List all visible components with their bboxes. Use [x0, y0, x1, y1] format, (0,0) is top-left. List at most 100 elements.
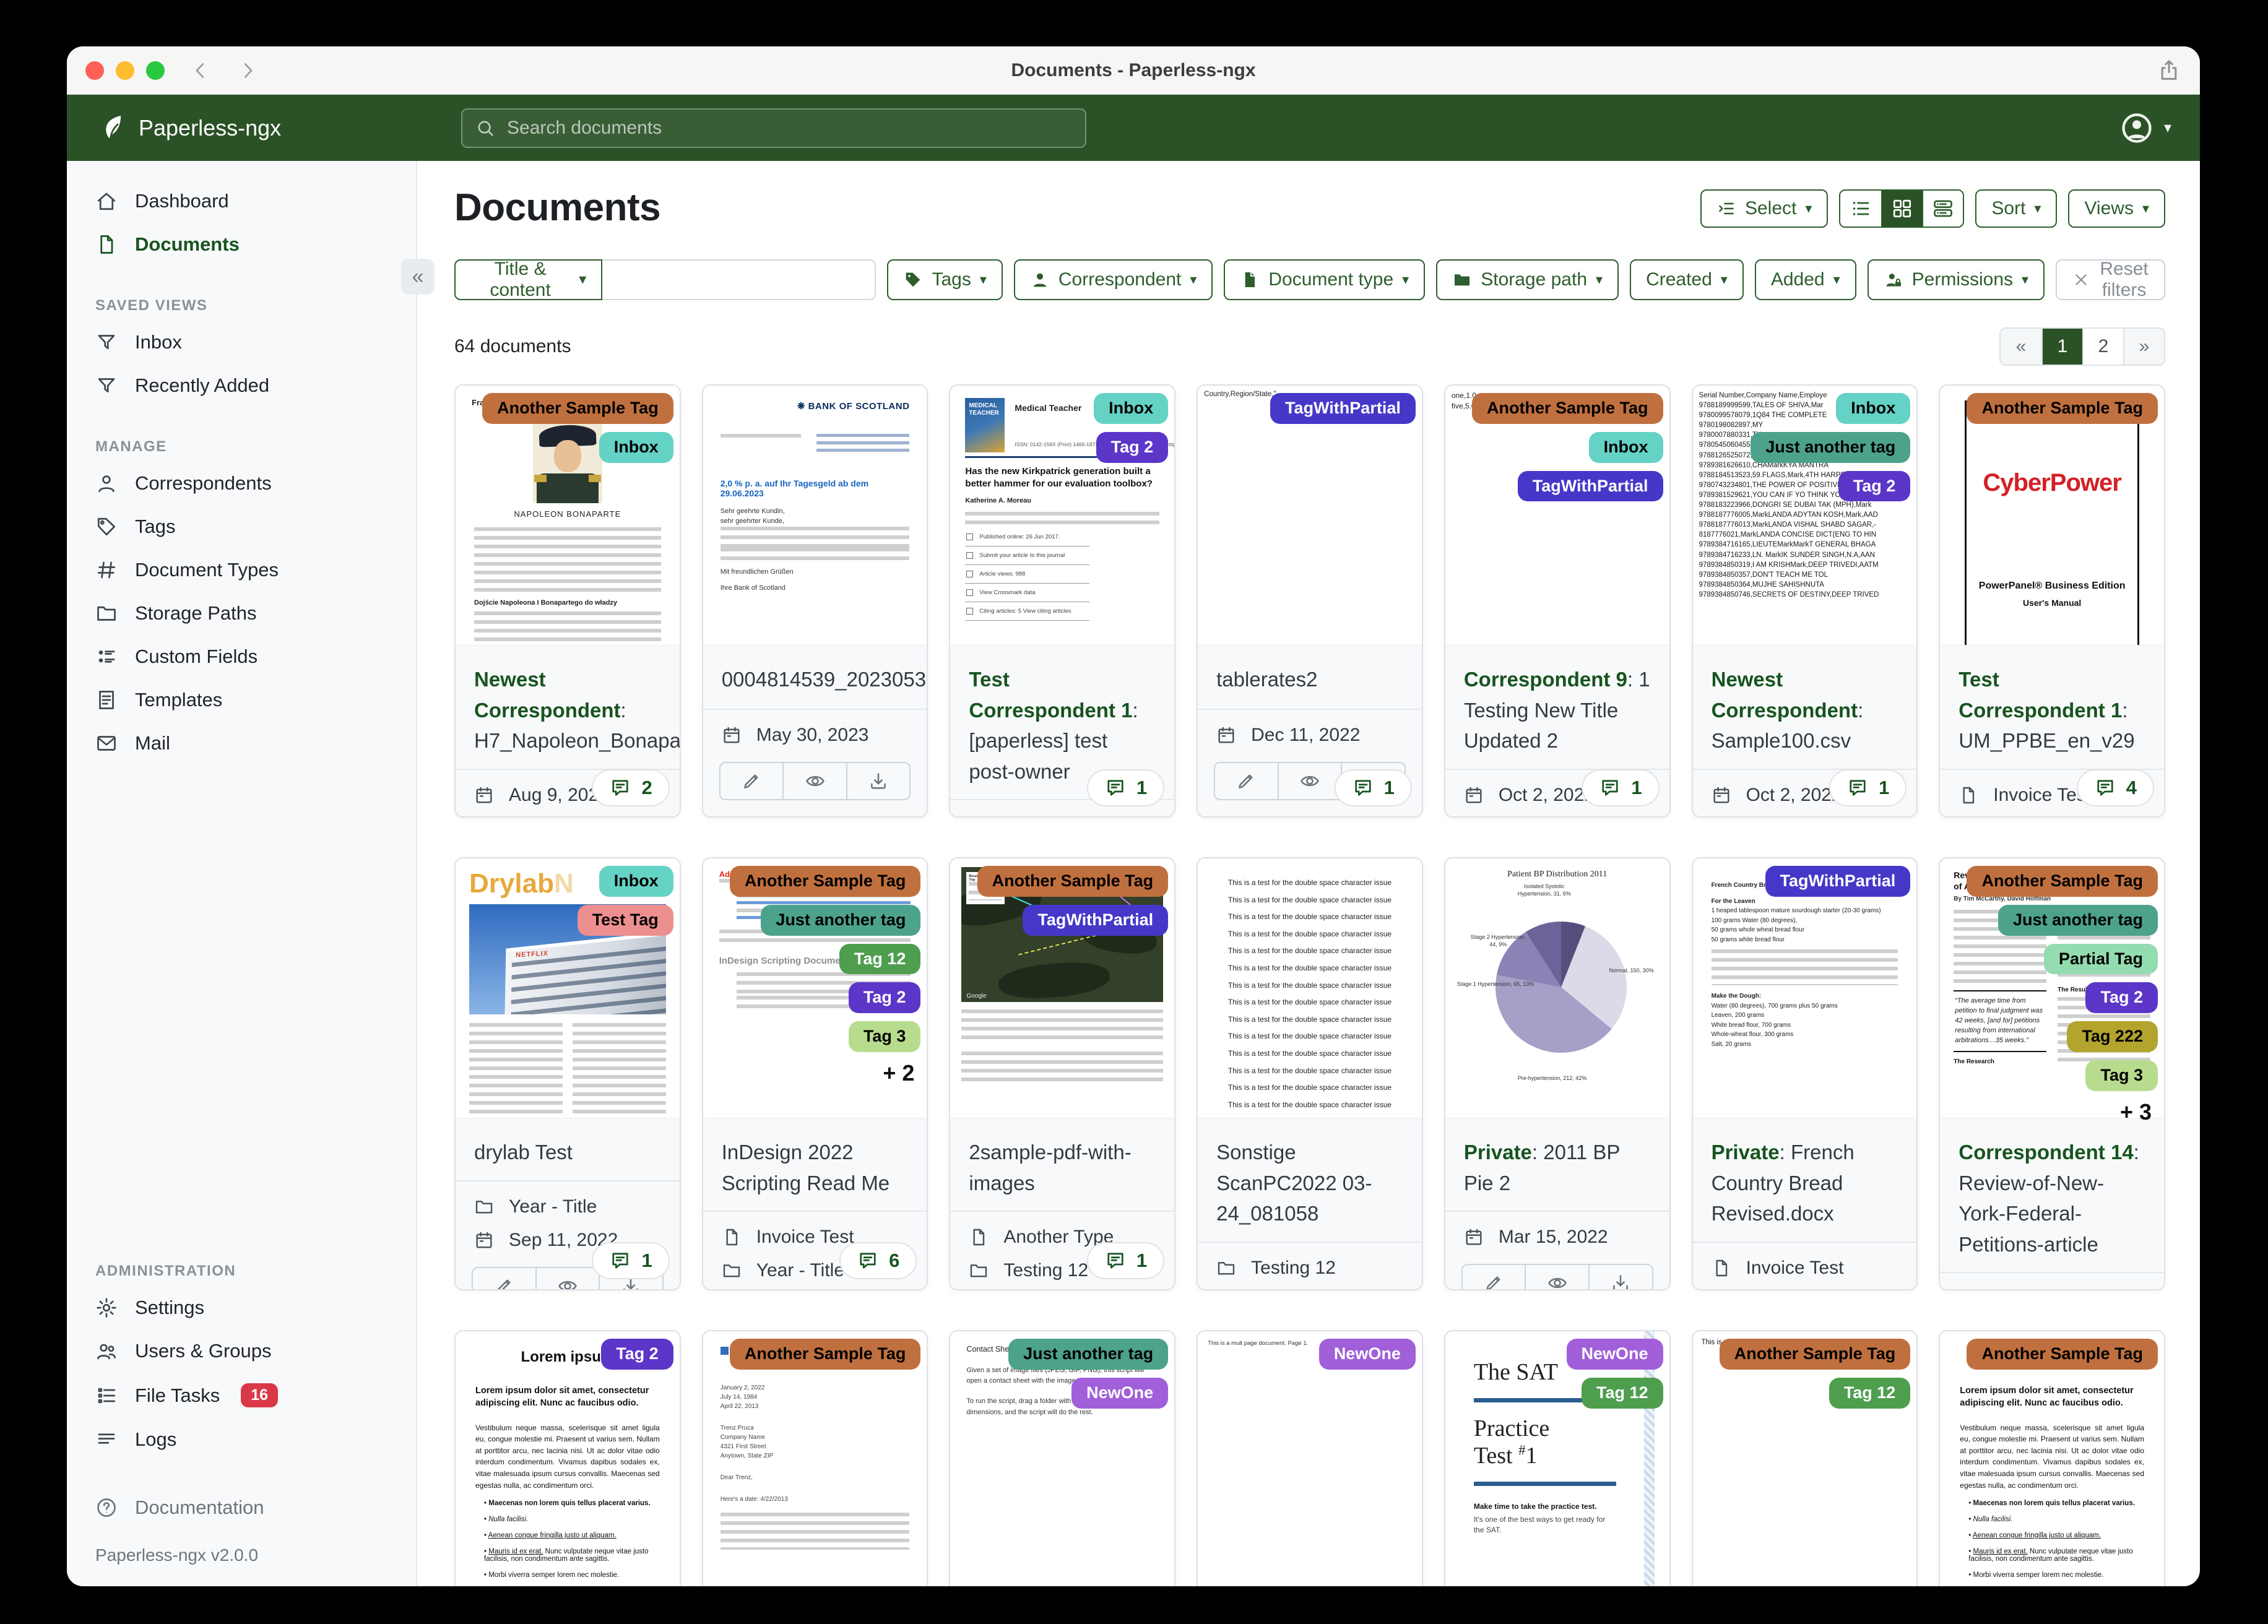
edit-document-button[interactable] — [1214, 762, 1279, 800]
tag-badge[interactable]: Another Sample Tag — [1967, 866, 2158, 897]
tag-badge[interactable]: Tag 2 — [848, 982, 921, 1013]
views-button[interactable]: Views ▾ — [2068, 189, 2165, 228]
document-title[interactable]: Sonstige ScanPC2022 03-24_081058 — [1198, 1118, 1422, 1242]
sidebar-item-recently-added[interactable]: Recently Added — [67, 364, 416, 407]
filter-storage-path-button[interactable]: Storage path ▾ — [1436, 259, 1619, 300]
filter-permissions-button[interactable]: Permissions ▾ — [1867, 259, 2045, 300]
sidebar-item-inbox[interactable]: Inbox — [67, 321, 416, 364]
pagination-next[interactable]: » — [2123, 329, 2164, 365]
document-title[interactable]: Test Correspondent 1: UM_PPBE_en_v29 — [1940, 646, 2164, 769]
tag-badge[interactable]: Another Sample Tag — [1719, 1339, 1911, 1370]
document-title[interactable]: 2sample-pdf-with-images — [950, 1118, 1175, 1211]
tag-badge[interactable]: Tag 2 — [1838, 470, 1911, 502]
minimize-button[interactable] — [116, 61, 134, 80]
document-title[interactable]: Private: 2011 BP Pie 2 — [1445, 1118, 1669, 1211]
document-thumbnail[interactable]: This is a mult page document. Page 1. — [1198, 1331, 1422, 1586]
document-title[interactable]: 0004814539_20230531 — [703, 646, 927, 709]
filter-document-type-button[interactable]: Document type ▾ — [1224, 259, 1426, 300]
sidebar-item-file-tasks[interactable]: File Tasks 16 — [67, 1373, 416, 1418]
tag-badge[interactable]: Another Sample Tag — [1472, 393, 1663, 424]
tag-badge[interactable]: Tag 3 — [848, 1021, 921, 1052]
tag-badge[interactable]: Tag 12 — [1829, 1377, 1911, 1409]
document-correspondent[interactable]: Test Correspondent 1 — [1959, 668, 2122, 722]
sidebar-item-custom-fields[interactable]: Custom Fields — [67, 635, 416, 678]
document-correspondent[interactable]: Test Correspondent 1 — [969, 668, 1132, 722]
document-correspondent[interactable]: Correspondent 9 — [1464, 668, 1627, 691]
tag-badge[interactable]: Inbox — [1588, 431, 1663, 463]
sidebar-item-correspondents[interactable]: Correspondents — [67, 462, 416, 505]
tag-badge[interactable]: TagWithPartial — [1517, 470, 1663, 502]
tag-badge[interactable]: Another Sample Tag — [729, 866, 921, 897]
sidebar-item-document-types[interactable]: Document Types — [67, 548, 416, 592]
tag-badge[interactable]: Just another tag — [1008, 1339, 1169, 1370]
tag-badge[interactable]: TagWithPartial — [1270, 393, 1416, 424]
tag-badge[interactable]: Just another tag — [1997, 904, 2158, 936]
tag-badge[interactable]: Another Sample Tag — [977, 866, 1169, 897]
tag-badge[interactable]: Another Sample Tag — [1967, 1339, 2158, 1370]
sidebar-item-dashboard[interactable]: Dashboard — [67, 179, 416, 223]
tag-badge[interactable]: NewOne — [1566, 1339, 1663, 1370]
document-thumbnail[interactable]: Lorem ipsumLorem ipsum dolor sit amet, c… — [456, 1331, 680, 1586]
tag-badge[interactable]: Tag 222 — [2067, 1021, 2158, 1052]
table-view-button[interactable] — [1922, 191, 1963, 227]
grid-view-button[interactable] — [1881, 191, 1923, 227]
brand[interactable]: Paperless-ngx — [95, 113, 281, 143]
sidebar-item-logs[interactable]: Logs — [67, 1418, 416, 1461]
reset-filters-button[interactable]: Reset filters — [2056, 259, 2165, 300]
sidebar-item-tags[interactable]: Tags — [67, 505, 416, 548]
document-title[interactable]: drylab Test — [456, 1118, 680, 1180]
list-view-button[interactable] — [1840, 191, 1882, 227]
sidebar-item-documents[interactable]: Documents — [67, 223, 416, 266]
document-thumbnail[interactable]: CyberPower PowerPanel® Business Edition Us… — [1940, 386, 2164, 646]
filter-added-button[interactable]: Added ▾ — [1754, 259, 1856, 300]
sidebar-collapse-button[interactable]: « — [401, 259, 435, 295]
notes-count-badge[interactable]: 1 — [1829, 769, 1907, 806]
sidebar-item-mail[interactable]: Mail — [67, 722, 416, 765]
tag-badge[interactable]: Tag 3 — [2085, 1060, 2158, 1091]
document-correspondent[interactable]: Correspondent 14 — [1959, 1141, 2133, 1164]
filter-correspondent-button[interactable]: Correspondent ▾ — [1013, 259, 1213, 300]
document-correspondent[interactable]: Newest Correspondent — [474, 668, 621, 722]
tag-badge[interactable]: Just another tag — [1751, 431, 1911, 463]
close-button[interactable] — [85, 61, 104, 80]
view-document-button[interactable] — [1278, 762, 1343, 800]
tag-badge[interactable]: TagWithPartial — [1023, 904, 1169, 936]
notes-count-badge[interactable]: 6 — [839, 1242, 917, 1279]
document-title[interactable]: tablerates2 — [1198, 646, 1422, 709]
notes-count-badge[interactable]: 1 — [1582, 769, 1660, 806]
filter-created-button[interactable]: Created ▾ — [1630, 259, 1744, 300]
tag-badge[interactable]: Tag 12 — [1582, 1377, 1663, 1409]
forward-icon[interactable] — [236, 59, 259, 82]
tag-badge[interactable]: Just another tag — [761, 904, 921, 936]
filter-text-input[interactable] — [602, 259, 876, 300]
document-thumbnail[interactable]: Lorem ipsumLorem ipsum dolor sit amet, c… — [1940, 1331, 2164, 1586]
document-thumbnail[interactable]: Country,Region/State," — [1198, 386, 1422, 646]
document-title[interactable]: Private: French Country Bread Revised.do… — [1692, 1118, 1917, 1242]
document-thumbnail[interactable]: Test Name 123-456-7890 January 2, 2022Ju… — [703, 1331, 927, 1586]
tag-badge[interactable]: Another Sample Tag — [482, 393, 673, 424]
tag-badge[interactable]: NewOne — [1318, 1339, 1416, 1370]
notes-count-badge[interactable]: 1 — [1086, 1242, 1165, 1279]
document-title[interactable]: Newest Correspondent: Sample100.csv — [1692, 646, 1917, 769]
sidebar-item-storage-paths[interactable]: Storage Paths — [67, 592, 416, 635]
sidebar-item-documentation[interactable]: Documentation — [67, 1486, 416, 1529]
edit-document-button[interactable] — [472, 1266, 537, 1289]
view-document-button[interactable] — [784, 762, 847, 800]
sidebar-item-users-groups[interactable]: Users & Groups — [67, 1329, 416, 1373]
sidebar-item-templates[interactable]: Templates — [67, 678, 416, 722]
user-menu[interactable]: ▾ — [2119, 111, 2171, 145]
view-document-button[interactable] — [1526, 1264, 1590, 1289]
document-thumbnail[interactable]: This is a test for the double space char… — [1198, 858, 1422, 1118]
document-correspondent[interactable]: Private — [1464, 1141, 1532, 1164]
tag-badge[interactable]: Tag 12 — [839, 943, 921, 975]
notes-count-badge[interactable]: 1 — [1334, 769, 1412, 806]
document-thumbnail[interactable]: French Country Bread For the Leaven 1 heap… — [1692, 858, 1917, 1118]
notes-count-badge[interactable]: 1 — [592, 1242, 670, 1279]
tag-badge[interactable]: TagWithPartial — [1765, 866, 1911, 897]
view-document-button[interactable] — [536, 1266, 600, 1289]
notes-count-badge[interactable]: 4 — [2076, 769, 2154, 806]
tag-badge[interactable]: Inbox — [599, 866, 673, 897]
tag-badge[interactable]: Inbox — [1094, 393, 1169, 424]
filter-tags-button[interactable]: Tags ▾ — [887, 259, 1003, 300]
document-title[interactable]: Newest Correspondent: H7_Napoleon_Bonapa… — [456, 646, 680, 769]
